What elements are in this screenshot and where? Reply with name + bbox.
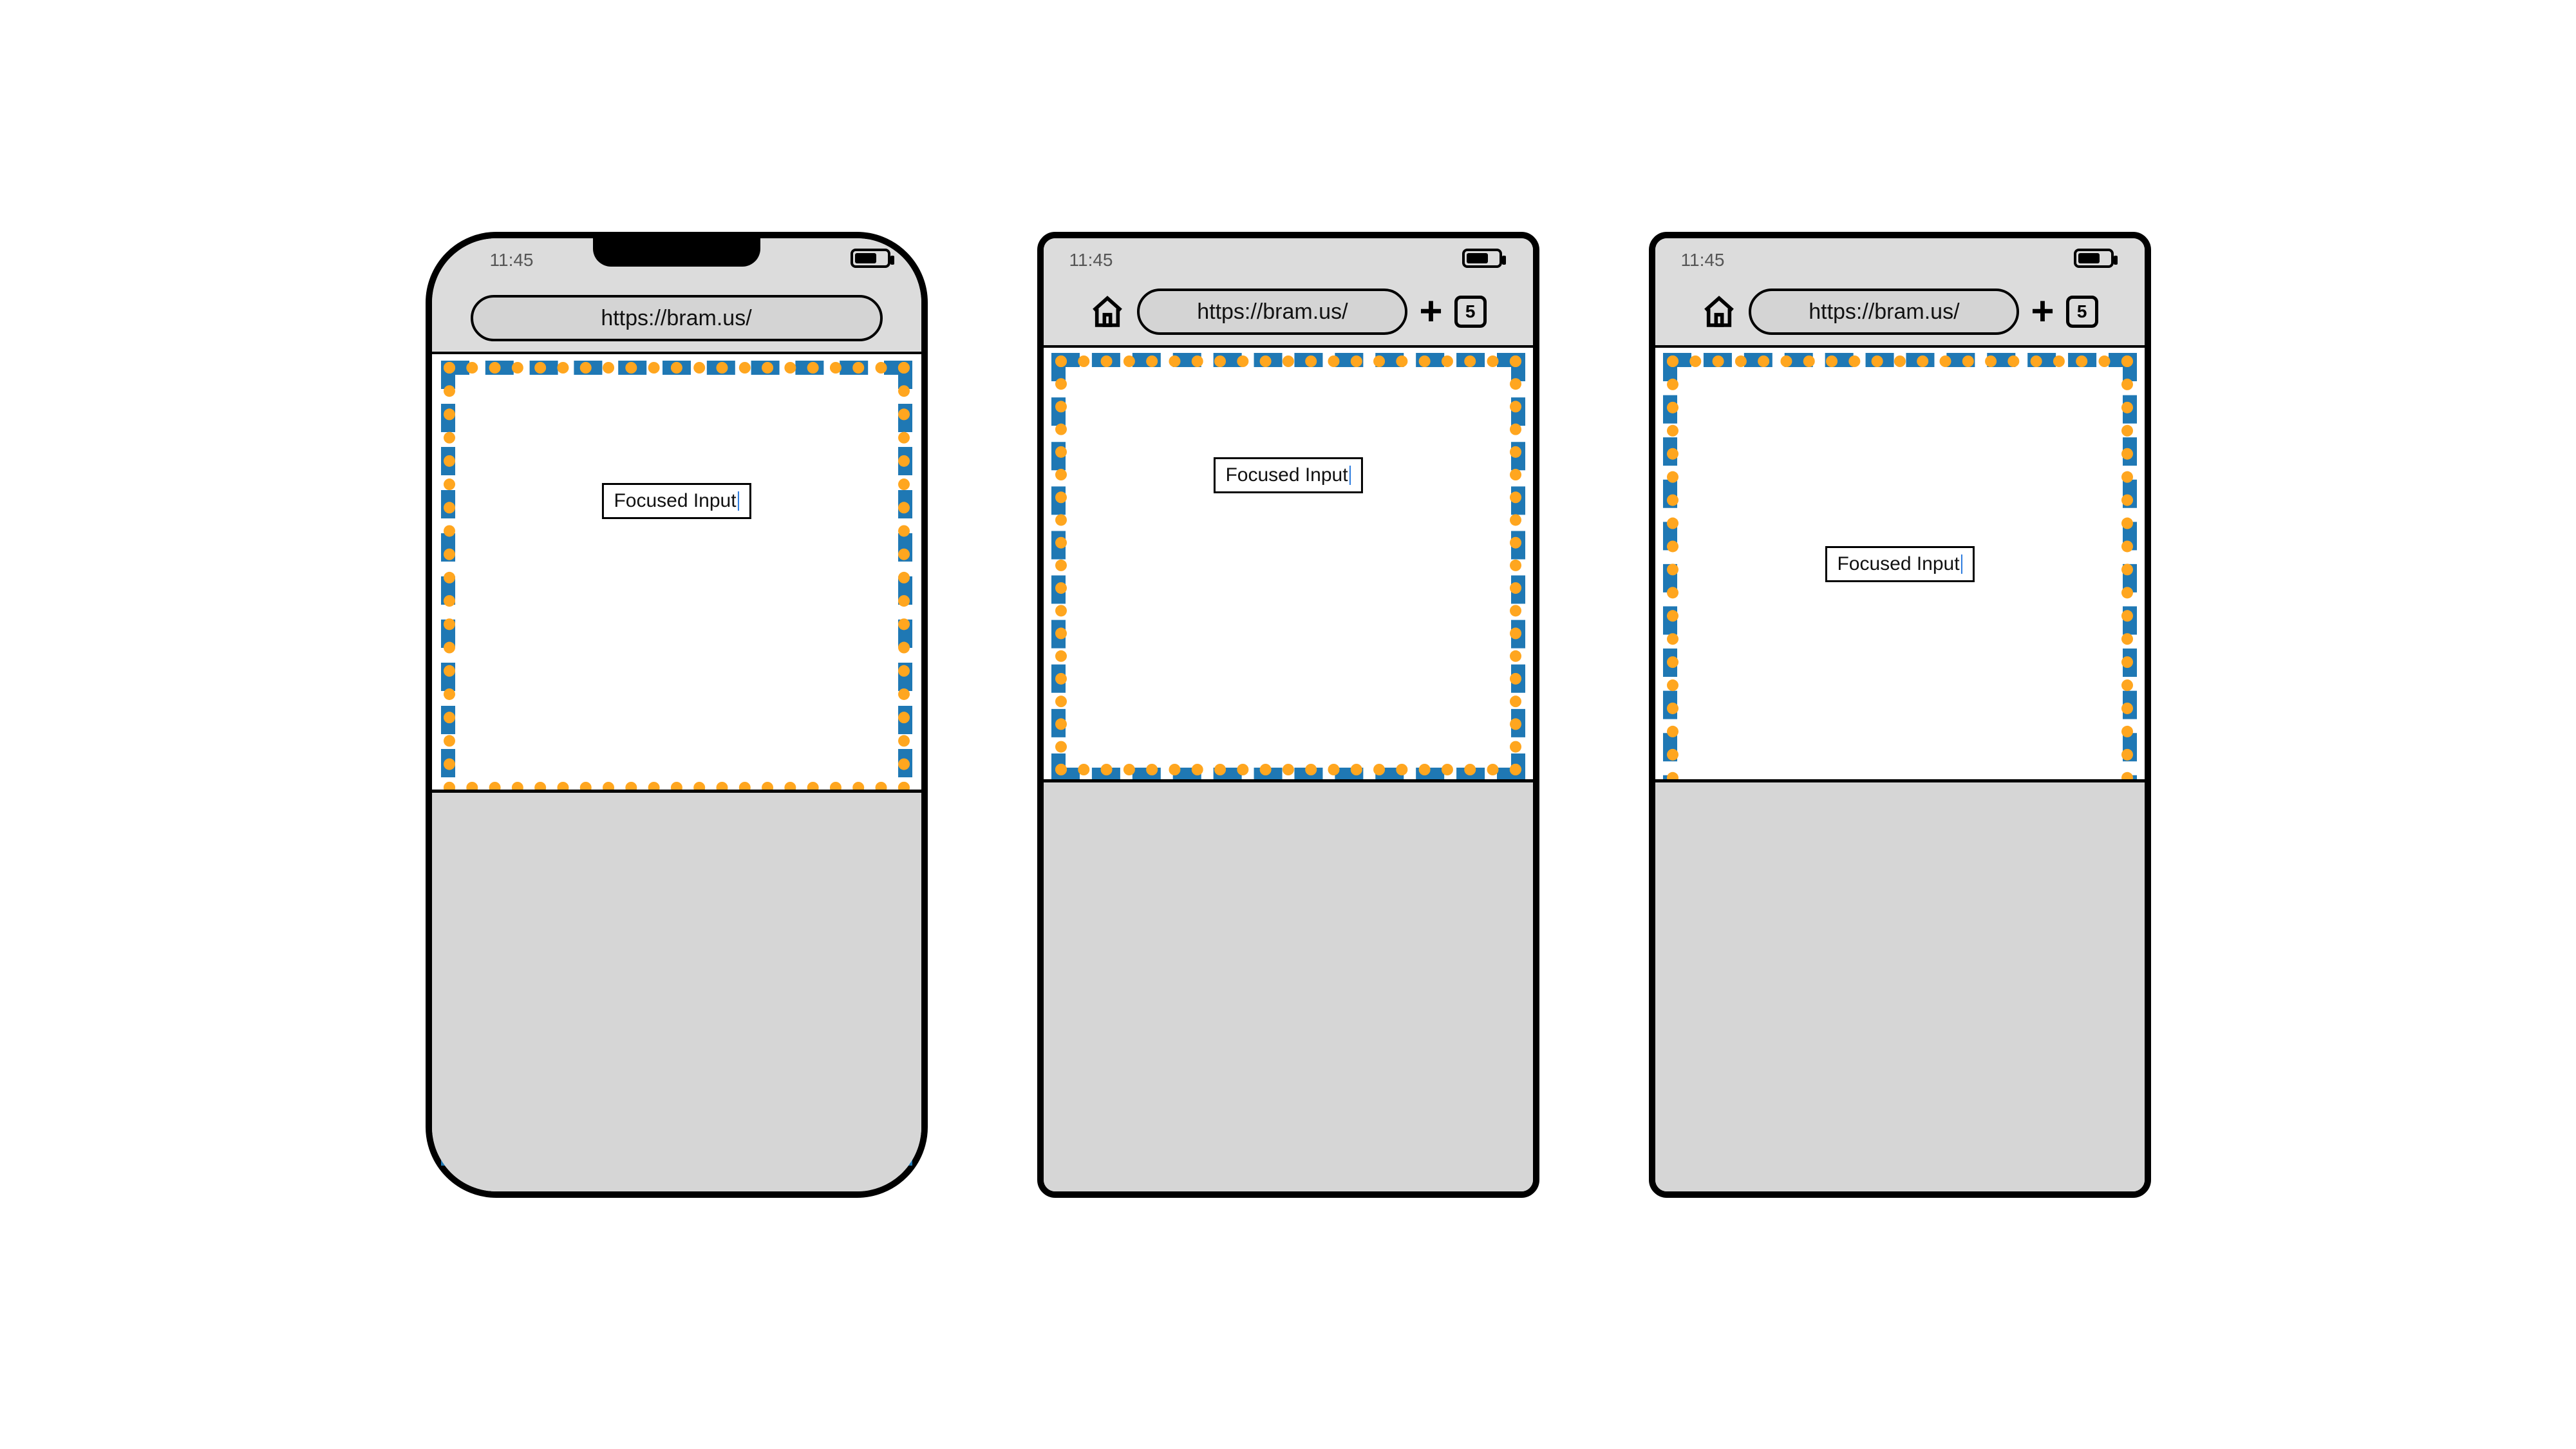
battery-icon — [1462, 249, 1502, 268]
status-time: 11:45 — [1681, 250, 1725, 270]
virtual-keyboard — [1655, 779, 2145, 1191]
text-caret — [1349, 466, 1351, 485]
virtual-keyboard — [1044, 779, 1533, 1191]
browser-chrome: 11:45 https://bram.us/ + 5 — [1655, 238, 2145, 348]
url-text: https://bram.us/ — [1809, 299, 1959, 325]
url-row: https://bram.us/ + 5 — [1044, 289, 1533, 335]
battery-icon — [2074, 249, 2114, 268]
home-icon[interactable] — [1701, 294, 1737, 330]
home-icon[interactable] — [1089, 294, 1125, 330]
url-text: https://bram.us/ — [1197, 299, 1348, 325]
viewport-content: Focused Input — [1655, 348, 2145, 1191]
virtual-keyboard — [432, 790, 921, 1191]
tab-count-button[interactable]: 5 — [2066, 296, 2098, 328]
battery-icon — [851, 249, 890, 268]
input-label: Focused Input — [1225, 464, 1348, 486]
url-bar[interactable]: https://bram.us/ — [1749, 289, 2019, 335]
url-row: https://bram.us/ — [432, 295, 921, 341]
tab-count-value: 5 — [1465, 301, 1476, 322]
tab-count-button[interactable]: 5 — [1454, 296, 1487, 328]
focused-input[interactable]: Focused Input — [1825, 546, 1974, 582]
phone-right: 11:45 https://bram.us/ + 5 — [1649, 232, 2151, 1198]
url-bar[interactable]: https://bram.us/ — [1137, 289, 1407, 335]
new-tab-icon[interactable]: + — [2031, 292, 2054, 332]
tab-count-value: 5 — [2077, 301, 2087, 322]
input-label: Focused Input — [1837, 553, 1959, 575]
device-notch — [593, 234, 760, 267]
new-tab-icon[interactable]: + — [1419, 292, 1442, 332]
status-time: 11:45 — [490, 250, 534, 270]
phone-left: 11:45 https://bram.us/ Focused Input — [426, 232, 928, 1198]
diagram-stage: 11:45 https://bram.us/ Focused Input 11:… — [0, 0, 2576, 1449]
viewport-content: Focused Input — [432, 354, 921, 1191]
url-row: https://bram.us/ + 5 — [1655, 289, 2145, 335]
url-text: https://bram.us/ — [601, 306, 751, 331]
focused-input[interactable]: Focused Input — [1213, 457, 1362, 493]
layout-viewport-outline — [1051, 353, 1525, 782]
browser-chrome: 11:45 https://bram.us/ — [432, 238, 921, 354]
status-time: 11:45 — [1069, 250, 1113, 270]
visual-viewport-outline — [444, 362, 910, 793]
phone-middle: 11:45 https://bram.us/ + 5 — [1037, 232, 1539, 1198]
viewport-content: Focused Input — [1044, 348, 1533, 1191]
text-caret — [738, 491, 739, 511]
browser-chrome: 11:45 https://bram.us/ + 5 — [1044, 238, 1533, 348]
visual-viewport-outline — [1055, 355, 1521, 775]
focused-input[interactable]: Focused Input — [601, 483, 751, 519]
url-bar[interactable]: https://bram.us/ — [471, 295, 883, 341]
text-caret — [1961, 554, 1962, 574]
input-label: Focused Input — [614, 490, 736, 512]
